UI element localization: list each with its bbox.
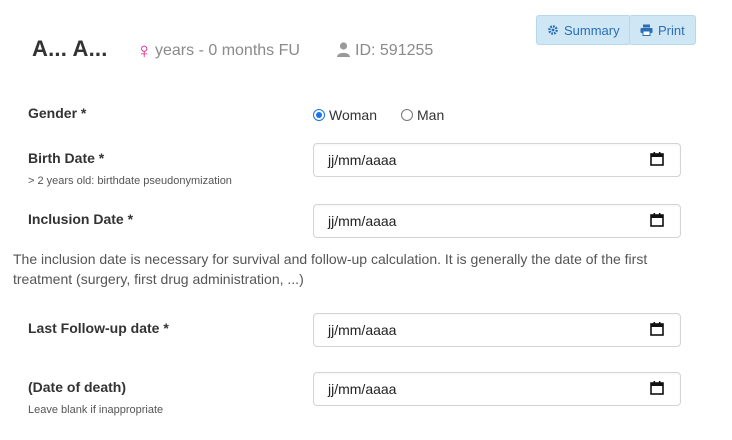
summary-button[interactable]: Summary — [536, 15, 631, 45]
followup-duration: years - 0 months FU — [155, 42, 300, 59]
man-radio[interactable] — [401, 109, 413, 121]
patient-id: ID: 591255 — [355, 42, 434, 59]
inclusion-date-label: Inclusion Date * — [28, 211, 134, 227]
date-of-death-hint: Leave blank if inappropriate — [28, 404, 164, 416]
birth-date-label: Birth Date * — [28, 150, 105, 166]
calendar-icon[interactable] — [650, 380, 664, 398]
printer-icon — [640, 24, 653, 36]
patient-name: A... A... — [32, 36, 108, 61]
gender-option-man[interactable]: Man — [401, 107, 444, 123]
woman-radio[interactable] — [313, 109, 325, 121]
birth-date-input[interactable]: jj/mm/aaaa — [313, 143, 681, 177]
man-radio-label: Man — [417, 107, 445, 123]
last-followup-date-placeholder: jj/mm/aaaa — [328, 322, 397, 338]
inclusion-date-placeholder: jj/mm/aaaa — [328, 213, 397, 229]
gender-option-woman[interactable]: Woman — [313, 107, 377, 123]
woman-radio-label: Woman — [329, 107, 377, 123]
last-followup-date-input[interactable]: jj/mm/aaaa — [313, 313, 681, 347]
date-of-death-label: (Date of death) — [28, 379, 126, 395]
print-button[interactable]: Print — [629, 15, 696, 45]
summary-button-label: Summary — [564, 22, 620, 38]
inclusion-date-help-text: The inclusion date is necessary for surv… — [13, 251, 648, 287]
birth-date-hint: > 2 years old: birthdate pseudonymizatio… — [28, 175, 232, 187]
gear-icon — [547, 24, 559, 36]
calendar-icon[interactable] — [650, 151, 664, 169]
last-followup-date-label: Last Follow-up date * — [28, 320, 169, 336]
user-icon — [337, 42, 350, 62]
female-icon: ♀ — [136, 38, 153, 63]
calendar-icon[interactable] — [650, 321, 664, 339]
calendar-icon[interactable] — [650, 212, 664, 230]
date-of-death-input[interactable]: jj/mm/aaaa — [313, 372, 681, 406]
birth-date-placeholder: jj/mm/aaaa — [328, 152, 397, 168]
date-of-death-placeholder: jj/mm/aaaa — [328, 381, 397, 397]
gender-label: Gender * — [28, 105, 87, 121]
print-button-label: Print — [658, 22, 685, 38]
inclusion-date-input[interactable]: jj/mm/aaaa — [313, 204, 681, 238]
